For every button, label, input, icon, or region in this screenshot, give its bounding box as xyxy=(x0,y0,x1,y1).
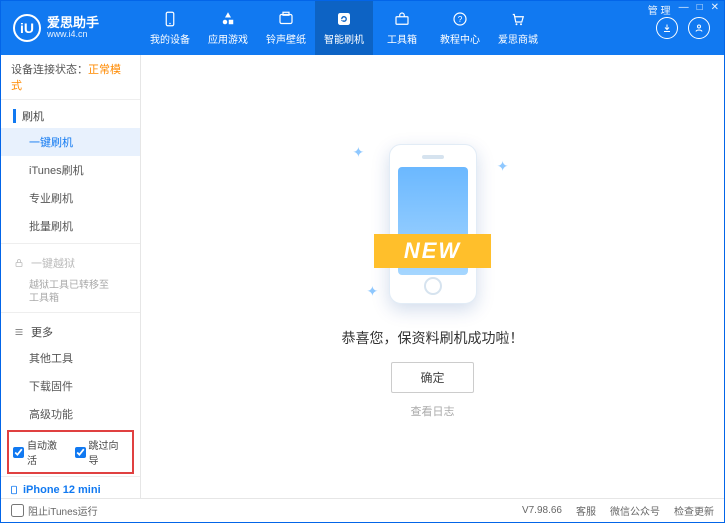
svg-text:?: ? xyxy=(458,15,463,24)
ribbon-text: NEW xyxy=(374,234,491,268)
success-message: 恭喜您，保资料刷机成功啦！ xyxy=(342,328,524,348)
jailbreak-note: 越狱工具已转移至 工具箱 xyxy=(1,275,140,309)
nav-label: 教程中心 xyxy=(440,31,480,46)
jailbreak-label: 一键越狱 xyxy=(31,255,75,271)
nav-my-device[interactable]: 我的设备 xyxy=(141,1,199,55)
section-more: 更多 xyxy=(1,316,140,344)
nav-tutorials[interactable]: ? 教程中心 xyxy=(431,1,489,55)
window-menu[interactable]: 管 理 xyxy=(648,2,671,17)
window-controls: 管 理 — □ ✕ xyxy=(648,2,719,17)
block-itunes-input[interactable] xyxy=(11,504,24,517)
brand-name: 爱思助手 xyxy=(47,16,99,30)
status-label: 设备连接状态： xyxy=(11,64,88,76)
user-button[interactable] xyxy=(688,17,710,39)
wallet-icon xyxy=(277,10,295,28)
footer: 阻止iTunes运行 V7.98.66 客服 微信公众号 检查更新 xyxy=(1,498,724,522)
apps-icon xyxy=(219,10,237,28)
new-ribbon: NEW xyxy=(293,230,573,272)
nav-label: 应用游戏 xyxy=(208,31,248,46)
auto-activate-label: 自动激活 xyxy=(27,437,67,467)
sidebar-item-other[interactable]: 其他工具 xyxy=(1,344,140,372)
menu-icon xyxy=(13,326,25,338)
sidebar-item-itunes[interactable]: iTunes刷机 xyxy=(1,156,140,184)
sidebar-item-pro[interactable]: 专业刷机 xyxy=(1,184,140,212)
logo-icon: iU xyxy=(13,14,41,42)
brand: iU 爱思助手 www.i4.cn xyxy=(1,1,141,55)
phone-icon xyxy=(161,10,179,28)
nav-ringtones[interactable]: 铃声壁纸 xyxy=(257,1,315,55)
section-jailbreak: 一键越狱 xyxy=(1,247,140,275)
sidebar-item-batch[interactable]: 批量刷机 xyxy=(1,212,140,240)
block-itunes-label: 阻止iTunes运行 xyxy=(28,503,98,518)
version-label: V7.98.66 xyxy=(522,505,562,516)
nav-label: 爱思商城 xyxy=(498,31,538,46)
nav-toolbox[interactable]: 工具箱 xyxy=(373,1,431,55)
nav-label: 智能刷机 xyxy=(324,31,364,46)
sparkle-icon: ✦ xyxy=(353,144,365,161)
sparkle-icon: ✦ xyxy=(497,158,509,175)
section-title: 刷机 xyxy=(22,108,44,124)
ok-button[interactable]: 确定 xyxy=(391,362,473,393)
refresh-icon xyxy=(335,10,353,28)
sidebar-item-download-fw[interactable]: 下载固件 xyxy=(1,372,140,400)
nav-apps[interactable]: 应用游戏 xyxy=(199,1,257,55)
section-flash: 刷机 xyxy=(1,100,140,128)
phone-icon xyxy=(9,483,19,497)
auto-activate-input[interactable] xyxy=(13,447,24,458)
footer-wechat[interactable]: 微信公众号 xyxy=(610,503,660,518)
success-illustration: ✦ ✦ ✦ NEW xyxy=(333,134,533,314)
cart-icon xyxy=(509,10,527,28)
nav-label: 铃声壁纸 xyxy=(266,31,306,46)
nav-label: 我的设备 xyxy=(150,31,190,46)
sparkle-icon: ✦ xyxy=(367,283,379,300)
download-button[interactable] xyxy=(656,17,678,39)
brand-site: www.i4.cn xyxy=(47,30,99,40)
minimize-button[interactable]: — xyxy=(679,2,689,17)
view-log-link[interactable]: 查看日志 xyxy=(411,403,455,419)
toolbox-icon xyxy=(393,10,411,28)
connection-status: 设备连接状态：正常模式 xyxy=(1,55,140,100)
main-nav: 我的设备 应用游戏 铃声壁纸 智能刷机 工具箱 ? 教程中心 xyxy=(141,1,656,55)
device-name: iPhone 12 mini xyxy=(9,483,132,497)
help-icon: ? xyxy=(451,10,469,28)
close-button[interactable]: ✕ xyxy=(711,2,719,17)
options-box: 自动激活 跳过向导 xyxy=(7,430,134,474)
section-title: 更多 xyxy=(31,324,53,340)
skip-wizard-label: 跳过向导 xyxy=(89,437,129,467)
nav-label: 工具箱 xyxy=(387,31,417,46)
nav-store[interactable]: 爱思商城 xyxy=(489,1,547,55)
lock-icon xyxy=(13,257,25,269)
section-bar-icon xyxy=(13,109,16,123)
skip-wizard-check[interactable]: 跳过向导 xyxy=(75,437,129,467)
device-panel[interactable]: iPhone 12 mini 64GB Down-12mini-13,1 xyxy=(1,476,140,498)
sidebar-item-oneclick[interactable]: 一键刷机 xyxy=(1,128,140,156)
footer-support[interactable]: 客服 xyxy=(576,503,596,518)
phone-graphic xyxy=(389,144,477,304)
footer-update[interactable]: 检查更新 xyxy=(674,503,714,518)
auto-activate-check[interactable]: 自动激活 xyxy=(13,437,67,467)
maximize-button[interactable]: □ xyxy=(697,2,703,17)
nav-smart-flash[interactable]: 智能刷机 xyxy=(315,1,373,55)
block-itunes-check[interactable]: 阻止iTunes运行 xyxy=(11,503,98,518)
sidebar: 设备连接状态：正常模式 刷机 一键刷机 iTunes刷机 专业刷机 批量刷机 一… xyxy=(1,55,141,498)
skip-wizard-input[interactable] xyxy=(75,447,86,458)
main-panel: ✦ ✦ ✦ NEW 恭喜您，保资料刷机成功啦！ 确定 查看日志 xyxy=(141,55,724,498)
title-bar: 管 理 — □ ✕ iU 爱思助手 www.i4.cn 我的设备 应用游戏 铃声 xyxy=(1,1,724,55)
sidebar-item-advanced[interactable]: 高级功能 xyxy=(1,400,140,428)
